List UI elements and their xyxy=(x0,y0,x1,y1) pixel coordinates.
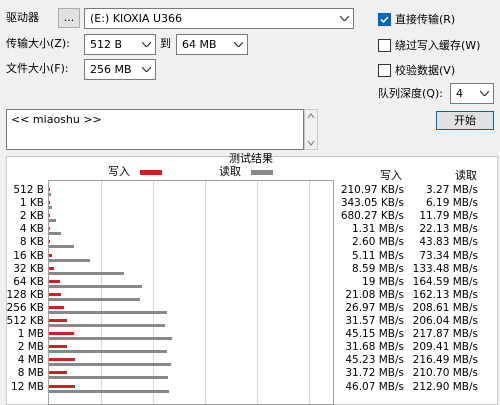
read-bar xyxy=(49,297,141,301)
write-bar xyxy=(49,332,75,336)
file-size-select[interactable]: 256 MB xyxy=(84,59,156,80)
read-bar xyxy=(49,232,62,236)
queue-depth-label: 队列深度(Q): xyxy=(378,87,443,100)
bypass-cache-label: 绕过写入缓存(W) xyxy=(395,39,481,52)
gridline xyxy=(153,181,154,404)
results-title: 测试结果 xyxy=(229,152,273,165)
queue-depth-select[interactable]: 4 xyxy=(450,83,494,104)
read-bar xyxy=(49,337,172,341)
write-bar xyxy=(49,266,54,270)
transfer-size-to-label: 到 xyxy=(160,37,171,50)
read-bar xyxy=(49,271,125,275)
transfer-size-label: 传输大小(Z): xyxy=(6,37,70,50)
chevron-down-icon xyxy=(336,9,353,28)
read-bar xyxy=(49,363,172,367)
transfer-size-to-select[interactable]: 64 MB xyxy=(176,34,248,55)
legend-read-label: 读取 xyxy=(219,165,241,178)
drive-select[interactable]: (E:) KIOXIA U366 xyxy=(84,8,354,29)
legend-write-swatch xyxy=(140,170,162,175)
write-bar xyxy=(49,371,67,375)
transfer-size-from-value: 512 B xyxy=(90,38,123,51)
checkbox-empty-icon xyxy=(378,63,391,77)
write-bar xyxy=(49,305,65,309)
browse-button[interactable]: ... xyxy=(58,8,80,28)
gridline xyxy=(257,181,258,404)
write-bar xyxy=(49,227,50,231)
write-bar xyxy=(49,240,51,244)
column-header-read: 读取 xyxy=(455,169,477,182)
write-bar xyxy=(49,345,67,349)
file-size-label: 文件大小(F): xyxy=(6,62,69,75)
read-bar xyxy=(49,219,56,223)
transfer-size-from-select[interactable]: 512 B xyxy=(84,34,156,55)
chevron-down-icon xyxy=(138,60,155,79)
read-bar xyxy=(49,284,142,288)
read-bar xyxy=(49,376,168,380)
transfer-size-to-value: 64 MB xyxy=(182,38,217,51)
drive-select-value: (E:) KIOXIA U366 xyxy=(90,12,182,25)
write-bar xyxy=(49,384,75,388)
write-bar xyxy=(49,201,50,205)
gridline xyxy=(205,181,206,404)
write-bar xyxy=(49,292,61,296)
read-bar xyxy=(49,258,91,262)
description-text: << miaoshu >> xyxy=(11,113,102,126)
column-header-write: 写入 xyxy=(380,169,402,182)
read-bar xyxy=(49,206,53,210)
start-button[interactable]: 开始 xyxy=(436,111,494,130)
read-bar xyxy=(49,245,74,249)
description-box[interactable]: << miaoshu >> xyxy=(6,109,304,150)
read-bar xyxy=(49,324,166,327)
verify-label: 校验数据(V) xyxy=(395,64,456,77)
direct-io-checkbox[interactable]: 直接传输(R) xyxy=(378,11,455,27)
read-bar xyxy=(49,350,168,354)
chevron-down-icon xyxy=(138,35,155,54)
write-bar xyxy=(49,188,50,191)
read-bar xyxy=(49,389,170,393)
write-bar xyxy=(49,319,67,322)
read-bar xyxy=(49,310,167,314)
write-bar xyxy=(49,214,50,218)
chart-plot-area xyxy=(48,180,334,405)
drive-label: 驱动器 xyxy=(6,11,39,24)
chevron-down-icon xyxy=(230,35,247,54)
write-bar xyxy=(49,279,60,283)
file-size-value: 256 MB xyxy=(90,63,132,76)
gridline xyxy=(309,181,310,404)
legend-write-label: 写入 xyxy=(108,165,130,178)
bypass-cache-checkbox[interactable]: 绕过写入缓存(W) xyxy=(378,37,480,53)
verify-checkbox[interactable]: 校验数据(V) xyxy=(378,62,455,78)
description-scrollbar[interactable] xyxy=(304,109,318,150)
checkbox-empty-icon xyxy=(378,38,391,52)
checkbox-checked-icon xyxy=(378,12,391,26)
gridline xyxy=(101,181,102,404)
legend-read-swatch xyxy=(251,170,273,175)
chevron-down-icon xyxy=(476,84,493,103)
queue-depth-value: 4 xyxy=(456,87,463,100)
direct-io-label: 直接传输(R) xyxy=(395,13,456,26)
write-bar xyxy=(49,358,75,362)
read-bar xyxy=(49,193,51,196)
write-bar xyxy=(49,253,52,257)
